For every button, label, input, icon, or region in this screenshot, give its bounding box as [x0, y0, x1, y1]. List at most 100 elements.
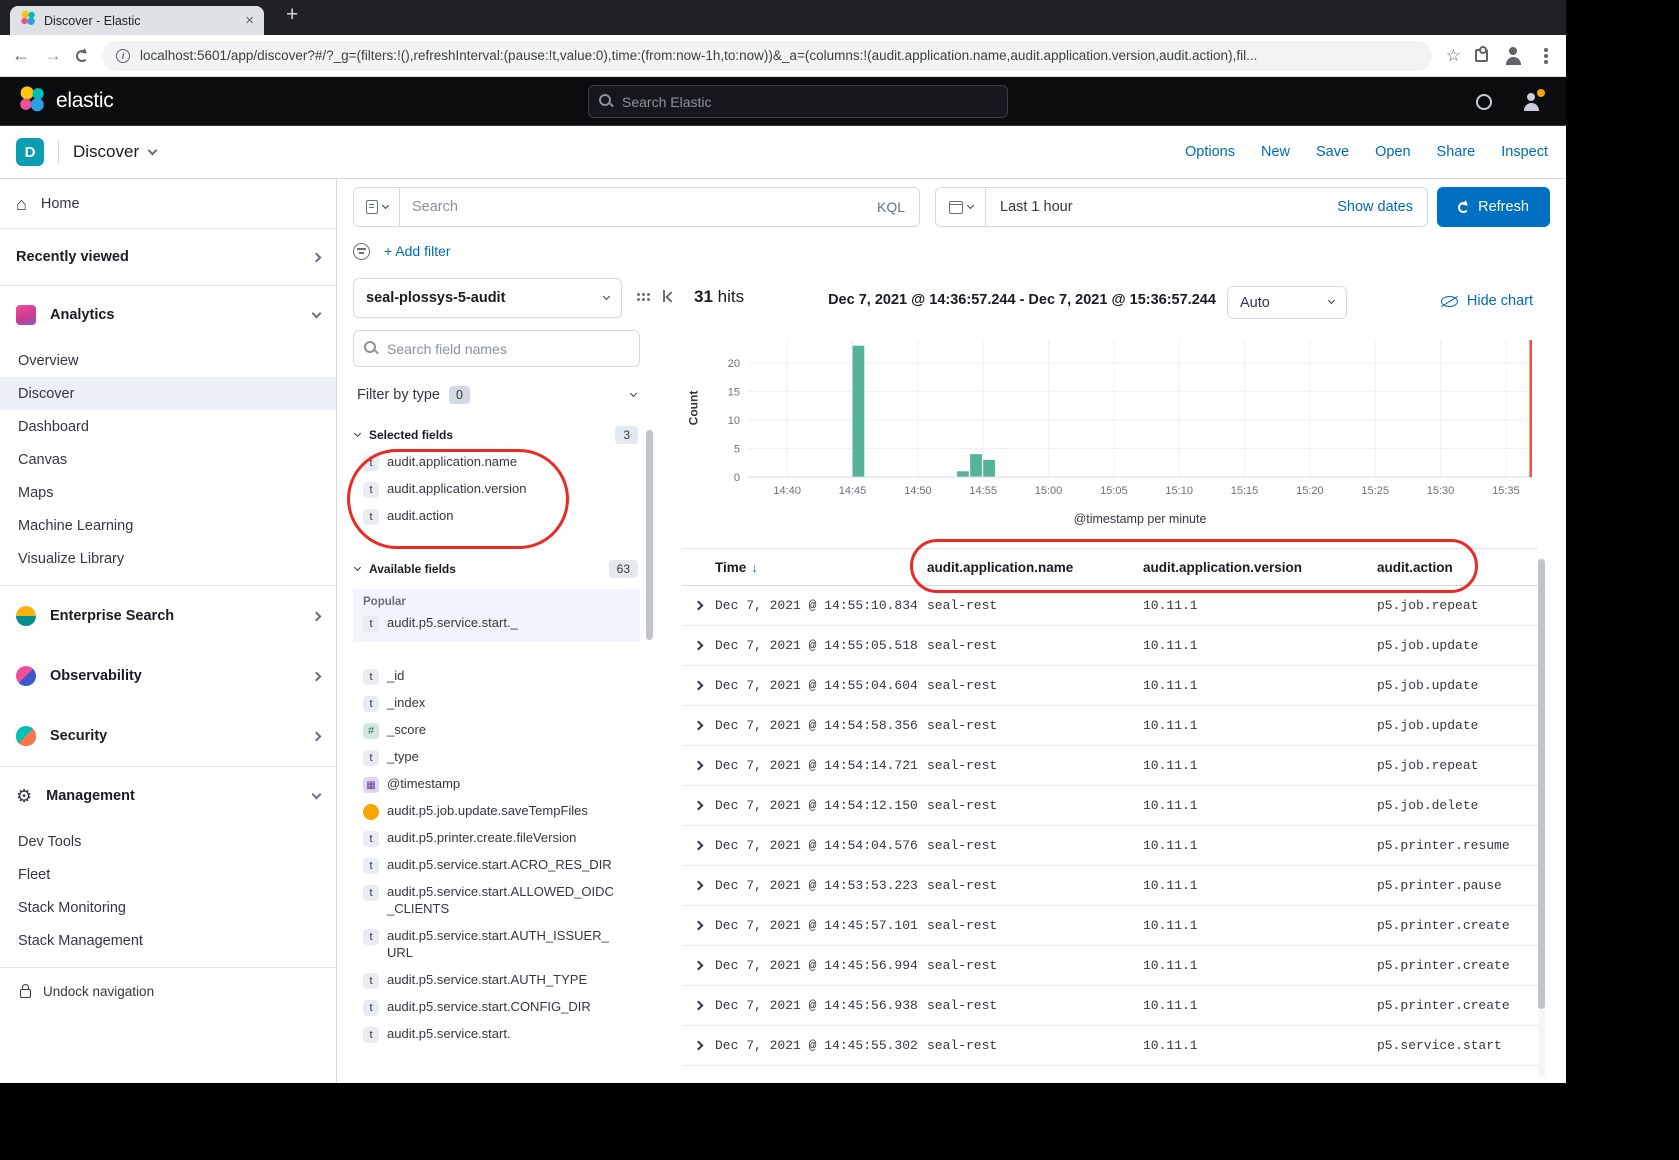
- table-row[interactable]: Dec 7, 2021 @ 14:45:55.302 seal-rest 10.…: [682, 1026, 1538, 1066]
- field-item[interactable]: audit.application.name: [353, 449, 640, 476]
- field-item[interactable]: audit.p5.service.start._: [353, 610, 640, 637]
- options-button[interactable]: Options: [1185, 144, 1235, 160]
- table-row[interactable]: Dec 7, 2021 @ 14:54:04.576 seal-rest 10.…: [682, 826, 1538, 866]
- field-item[interactable]: audit.p5.service.start.ALLOWED_OIDC_CLIE…: [353, 879, 640, 923]
- table-row[interactable]: Dec 7, 2021 @ 14:54:58.356 seal-rest 10.…: [682, 706, 1538, 746]
- expand-row-icon[interactable]: [694, 641, 704, 651]
- table-row[interactable]: Dec 7, 2021 @ 14:55:04.604 seal-rest 10.…: [682, 666, 1538, 706]
- available-fields-header[interactable]: Available fields 63: [353, 560, 640, 578]
- expand-row-icon[interactable]: [694, 761, 704, 771]
- expand-row-icon[interactable]: [694, 881, 704, 891]
- grid-dots-icon[interactable]: [637, 293, 640, 296]
- table-row[interactable]: Dec 7, 2021 @ 14:45:57.101 seal-rest 10.…: [682, 906, 1538, 946]
- index-pattern-selector[interactable]: seal-plossys-5-audit: [353, 278, 622, 318]
- table-row[interactable]: Dec 7, 2021 @ 14:54:12.150 seal-rest 10.…: [682, 786, 1538, 826]
- sort-desc-icon[interactable]: ↓: [751, 560, 758, 575]
- nav-item[interactable]: Overview: [0, 344, 336, 377]
- date-quick-select-button[interactable]: [936, 188, 986, 226]
- forward-button[interactable]: →: [44, 45, 62, 66]
- nav-enterprise-search[interactable]: Enterprise Search: [0, 586, 336, 646]
- expand-row-icon[interactable]: [694, 1041, 704, 1051]
- profile-avatar[interactable]: [1502, 45, 1524, 67]
- scrollbar-thumb[interactable]: [646, 430, 653, 640]
- breadcrumb[interactable]: Discover: [73, 142, 139, 162]
- field-item[interactable]: _index: [353, 690, 640, 717]
- share-button[interactable]: Share: [1437, 144, 1476, 160]
- inspect-button[interactable]: Inspect: [1501, 144, 1548, 160]
- add-filter-button[interactable]: + Add filter: [384, 243, 451, 259]
- table-scrollbar[interactable]: [1538, 557, 1545, 1077]
- column-header-action[interactable]: audit.action: [1377, 560, 1538, 575]
- tab-close-icon[interactable]: ×: [245, 13, 254, 28]
- fields-scrollbar[interactable]: [646, 430, 653, 910]
- help-icon[interactable]: [1476, 94, 1492, 110]
- column-header-application-name[interactable]: audit.application.name: [927, 560, 1143, 575]
- interval-select[interactable]: Auto: [1227, 286, 1347, 319]
- expand-row-icon[interactable]: [694, 801, 704, 811]
- browser-tab[interactable]: Discover - Elastic ×: [10, 6, 264, 35]
- expand-row-icon[interactable]: [694, 841, 704, 851]
- field-item[interactable]: audit.p5.service.start.CONFIG_DIR: [353, 994, 640, 1021]
- field-item[interactable]: audit.application.version: [353, 476, 640, 503]
- nav-item[interactable]: Dev Tools: [0, 825, 336, 858]
- global-search-input[interactable]: [622, 94, 997, 110]
- open-button[interactable]: Open: [1375, 144, 1410, 160]
- expand-row-icon[interactable]: [694, 921, 704, 931]
- expand-row-icon[interactable]: [694, 721, 704, 731]
- table-row[interactable]: Dec 7, 2021 @ 14:53:53.223 seal-rest 10.…: [682, 866, 1538, 906]
- refresh-button[interactable]: Refresh: [1437, 187, 1550, 227]
- query-language-button[interactable]: KQL: [863, 199, 919, 215]
- time-range-value[interactable]: Last 1 hour: [986, 199, 1073, 215]
- space-avatar[interactable]: D: [16, 138, 44, 166]
- extensions-icon[interactable]: [1475, 49, 1488, 62]
- collapse-sidebar-icon[interactable]: [663, 289, 677, 303]
- column-header-time[interactable]: Time ↓: [715, 560, 927, 575]
- site-info-icon[interactable]: i: [116, 49, 130, 63]
- field-item[interactable]: audit.p5.service.start.AUTH_TYPE: [353, 967, 640, 994]
- column-header-application-version[interactable]: audit.application.version: [1143, 560, 1377, 575]
- field-item[interactable]: audit.p5.job.update.saveTempFiles: [353, 798, 640, 825]
- table-row[interactable]: Dec 7, 2021 @ 14:55:10.834 seal-rest 10.…: [682, 586, 1538, 626]
- nav-item[interactable]: Visualize Library: [0, 542, 336, 575]
- field-item[interactable]: _id: [353, 663, 640, 690]
- nav-item[interactable]: Canvas: [0, 443, 336, 476]
- field-item[interactable]: audit.p5.service.start.: [353, 1021, 640, 1048]
- field-item[interactable]: _score: [353, 717, 640, 744]
- field-item[interactable]: audit.p5.service.start.ACRO_RES_DIR: [353, 852, 640, 879]
- undock-navigation[interactable]: Undock navigation: [0, 968, 336, 1014]
- back-button[interactable]: ←: [12, 45, 30, 66]
- save-button[interactable]: Save: [1316, 144, 1349, 160]
- nav-recently-viewed[interactable]: Recently viewed: [0, 229, 336, 285]
- elastic-logo[interactable]: [18, 85, 46, 118]
- table-row[interactable]: Dec 7, 2021 @ 14:45:56.994 seal-rest 10.…: [682, 946, 1538, 986]
- chevron-down-icon[interactable]: [148, 145, 158, 155]
- nav-item[interactable]: Maps: [0, 476, 336, 509]
- field-item[interactable]: audit.p5.service.start.AUTH_ISSUER_URL: [353, 923, 640, 967]
- filter-icon[interactable]: [353, 243, 370, 260]
- nav-home[interactable]: ⌂ Home: [0, 179, 336, 228]
- nav-item[interactable]: Fleet: [0, 858, 336, 891]
- nav-security[interactable]: Security: [0, 706, 336, 766]
- table-row[interactable]: Dec 7, 2021 @ 14:55:05.518 seal-rest 10.…: [682, 626, 1538, 666]
- field-search-input[interactable]: [387, 341, 629, 357]
- nav-observability[interactable]: Observability: [0, 646, 336, 706]
- browser-menu-icon[interactable]: [1544, 54, 1548, 58]
- selected-fields-header[interactable]: Selected fields 3: [353, 426, 640, 444]
- field-item[interactable]: @timestamp: [353, 771, 640, 798]
- global-search[interactable]: [588, 85, 1008, 118]
- field-item[interactable]: _type: [353, 744, 640, 771]
- nav-item[interactable]: Discover: [0, 377, 336, 410]
- nav-item[interactable]: Machine Learning: [0, 509, 336, 542]
- saved-queries-button[interactable]: [354, 188, 400, 226]
- show-dates-button[interactable]: Show dates: [1337, 199, 1427, 215]
- nav-item[interactable]: Dashboard: [0, 410, 336, 443]
- expand-row-icon[interactable]: [694, 601, 704, 611]
- table-row[interactable]: Dec 7, 2021 @ 14:45:56.938 seal-rest 10.…: [682, 986, 1538, 1026]
- expand-row-icon[interactable]: [694, 1001, 704, 1011]
- nav-item[interactable]: Stack Management: [0, 924, 336, 957]
- user-notifications-icon[interactable]: [1520, 91, 1542, 113]
- field-search[interactable]: [353, 330, 640, 367]
- nav-item[interactable]: Stack Monitoring: [0, 891, 336, 924]
- query-input[interactable]: [400, 199, 863, 215]
- expand-row-icon[interactable]: [694, 961, 704, 971]
